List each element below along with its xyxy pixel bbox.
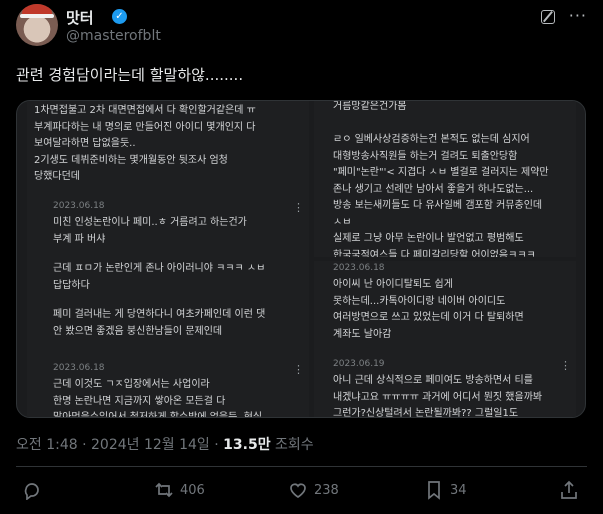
grok-icon[interactable] [541,10,555,24]
heart-icon [290,483,306,498]
divider [16,466,587,467]
comment-date: 2023.06.19 [333,359,385,369]
verified-badge-icon: ✓ [112,9,127,24]
comment-date: 2023.06.18 [53,363,105,373]
like-button[interactable]: 238 [288,480,339,500]
comment-text: 아이씨 난 아이디탈퇴도 쉽게 못하는데...카톡아이디랑 네이버 아이디도 여… [333,279,524,340]
comment-text: 페미 걸러내는 게 당연하다니 여초카페인데 이런 댓 안 봤으면 좋겠음 붕신… [53,309,266,337]
reply-icon [24,483,39,500]
tweet-meta: 오전 1:48 · 2024년 12월 14일 · 13.5만 조회수 [16,434,314,454]
retweet-icon [155,482,173,498]
comment-text: 근데 ㅍㅁ가 논란인게 존나 아이러니야 ㅋㅋㅋ ㅅㅂ 답답하다 [53,263,266,291]
screenshot-left-panel: 1차면접불고 2차 대면면접에서 다 확인할거같은데 ㅠ 부계파다하는 내 명의… [27,101,309,417]
comment-menu-icon: ⋮ [293,201,304,214]
screenshot-right-bottom-panel: 2023.06.18 아이씨 난 아이디탈퇴도 쉽게 못하는데...카톡아이디랑… [314,261,576,417]
comment-menu-icon: ⋮ [560,359,571,372]
comment-text: 아니 근데 상식적으로 페미여도 방송하면서 티를 내겠냐고요 ㅠㅠㅠㅠ 과거에… [333,375,543,417]
share-icon [561,480,577,499]
more-options-icon[interactable]: ··· [569,6,587,25]
reply-button[interactable] [22,480,42,500]
share-button[interactable] [559,480,579,500]
tweet-text: 관련 경험담이라는데 할말하않........ [16,66,244,84]
bookmark-count: 34 [450,482,467,498]
action-bar: 406 238 34 [16,480,587,510]
tweet-image[interactable]: 1차면접불고 2차 대면면접에서 다 확인할거같은데 ㅠ 부계파다하는 내 명의… [16,100,586,418]
bookmark-button[interactable]: 34 [424,480,467,500]
views-label: 조회수 [270,437,314,453]
author-handle[interactable]: @masterofblt [66,28,161,44]
view-count: 13.5만 [223,437,271,453]
like-count: 238 [314,482,339,498]
retweet-button[interactable]: 406 [154,480,205,500]
avatar[interactable] [16,4,58,46]
screenshot-right-top-panel: 거름망같은건가봄 ㄹㅇ 일베사상검증하는건 본적도 없는데 심지어 대형방송사직… [314,101,576,257]
comment-menu-icon: ⋮ [293,363,304,376]
comment-text: 1차면접불고 2차 대면면접에서 다 확인할거같은데 ㅠ 부계파다하는 내 명의… [34,105,256,182]
bookmark-icon [428,481,440,500]
comment-text: 근데 이것도 ㄱㅈ입장에서는 사업이라 한명 논란나면 지금까지 쌓아온 모든걸… [53,379,262,417]
comment-text: 거름망같은건가봄 ㄹㅇ 일베사상검증하는건 본적도 없는데 심지어 대형방송사직… [333,101,549,257]
comment-text: 미친 인성논란이나 페미..ㅎ 거름려고 하는건가 부계 파 버샤 [53,217,247,245]
post-timestamp[interactable]: 오전 1:48 · 2024년 12월 14일 · [16,437,223,453]
comment-date: 2023.06.18 [333,263,385,273]
author-name[interactable]: 맛터 [66,7,94,28]
retweet-count: 406 [180,482,205,498]
comment-date: 2023.06.18 [53,201,105,211]
tweet-header: 맛터 ✓ @masterofblt ··· [16,4,587,52]
